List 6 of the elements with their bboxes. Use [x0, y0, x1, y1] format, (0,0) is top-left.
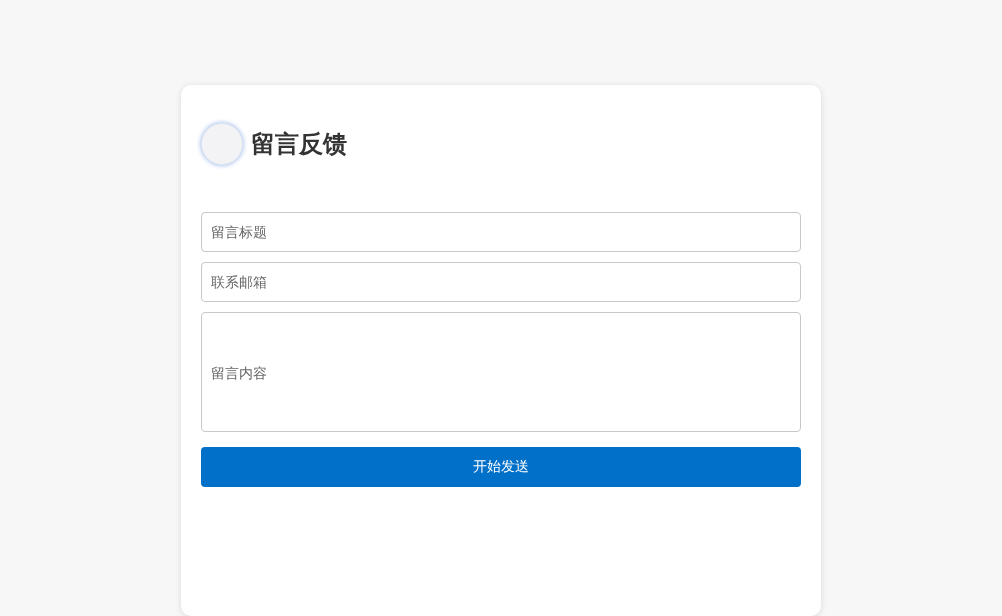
- text-field[interactable]: 联系邮箱: [201, 262, 801, 302]
- text-field[interactable]: 留言标题: [201, 212, 801, 252]
- avatar-icon: [201, 123, 243, 165]
- form-title: 留言反馈: [251, 129, 347, 160]
- message-field[interactable]: 留言内容: [201, 312, 801, 432]
- send-button[interactable]: 开始发送: [201, 447, 801, 487]
